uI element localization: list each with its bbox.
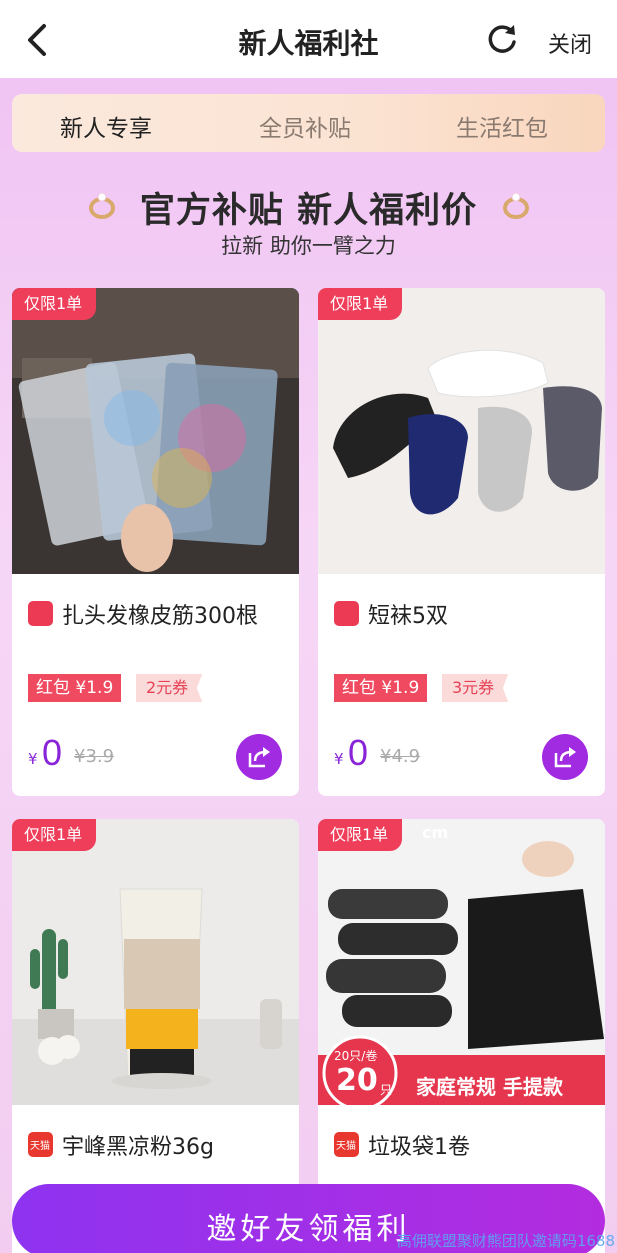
original-price: ¥3.9 [74,746,115,767]
limit-badge: 仅限1单 [12,288,97,320]
tab-all-member-subsidy[interactable]: 全员补贴 [259,109,351,143]
limit-badge: 仅限1单 [318,288,403,320]
ribbon-text: 家庭常规 手提款 [416,1075,563,1099]
product-image-hair-ties [12,288,299,574]
product-image-grass-jelly [12,819,299,1105]
product-card[interactable]: 仅限1单 扎头发橡皮筋300根 红包 ¥1.9 2元券 ¥ 0 ¥3.9 [12,288,299,796]
limit-badge: 仅限1单 [318,819,403,851]
share-button[interactable] [236,734,282,780]
product-name: 垃圾袋1卷 [368,1135,470,1160]
price: 0 [348,732,369,773]
share-icon [554,747,576,768]
limit-badge: 仅限1单 [12,819,97,851]
tab-bar: 新人专享 全员补贴 生活红包 [12,94,605,152]
currency-symbol: ¥ [28,750,38,768]
coupon-tag: 3元券 [442,674,509,702]
tmall-logo-icon: 天猫 [334,1132,359,1157]
share-button[interactable] [542,734,588,780]
product-name: 宇峰黑凉粉36g [62,1135,214,1160]
refresh-icon[interactable] [484,22,520,58]
close-button[interactable]: 关闭 [548,27,592,59]
red-packet-tag: 红包 ¥1.9 [334,674,428,702]
coupon-tag: 2元券 [136,674,203,702]
count-number: 20 [336,1063,378,1098]
banner-subtitle: 拉新 助你一臂之力 [221,234,396,258]
tmall-badge-label: 天猫 [30,1141,50,1152]
tab-new-user-exclusive[interactable]: 新人专享 [60,109,152,143]
share-icon [248,747,270,768]
red-packet-tag: 红包 ¥1.9 [28,674,122,702]
heart-logo-icon [28,601,53,626]
tmall-logo-icon: 天猫 [28,1132,53,1157]
product-name: 扎头发橡皮筋300根 [62,604,258,629]
count-unit: 只 [380,1083,393,1097]
watermark-text: 高佣联盟聚财熊团队邀请码1688 [396,1232,615,1250]
ring-icon [503,192,529,219]
nav-bar: 新人福利社 关闭 [0,0,617,78]
size-label: cm [422,823,449,842]
main-content: 新人专享 全员补贴 生活红包 官方补贴 新人福利价 拉新 助你一臂之力 仅限1单 [0,78,617,1253]
product-name: 短袜5双 [368,604,448,629]
original-price: ¥4.9 [380,746,421,767]
product-image-socks [318,288,605,574]
product-card[interactable]: 仅限1单 短袜5双 红包 ¥1.9 3元券 ¥ 0 ¥4.9 [318,288,605,796]
price: 0 [42,732,63,773]
heart-logo-icon [334,601,359,626]
page-title: 新人福利社 [238,27,379,60]
pack-count-text: 20只/卷 [334,1049,378,1063]
currency-symbol: ¥ [334,750,344,768]
tab-life-red-packet[interactable]: 生活红包 [456,109,548,143]
tmall-badge-label: 天猫 [336,1141,356,1152]
